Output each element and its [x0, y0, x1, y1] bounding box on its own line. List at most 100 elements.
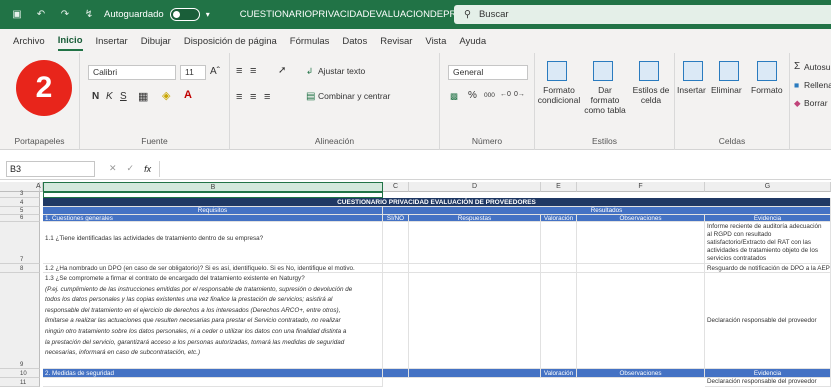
- fill-icon[interactable]: ■: [794, 80, 799, 90]
- customize-qat-icon[interactable]: ▾: [206, 10, 210, 19]
- tab-datos[interactable]: Datos: [342, 33, 367, 50]
- align-top-icon[interactable]: ≡: [236, 65, 242, 77]
- wrap-text-icon[interactable]: ↲: [306, 66, 313, 77]
- tab-formulas[interactable]: Fórmulas: [290, 33, 330, 50]
- row-header-6[interactable]: 6: [0, 215, 40, 222]
- answer-respuestas-8[interactable]: [409, 264, 541, 273]
- format-button[interactable]: Formato: [751, 85, 783, 95]
- redo-icon[interactable]: ↷: [58, 8, 72, 22]
- insert-cells-icon[interactable]: [683, 61, 703, 81]
- tab-dibujar[interactable]: Dibujar: [141, 33, 171, 50]
- answer-si-no-8[interactable]: [383, 264, 409, 273]
- format-table-button[interactable]: Dar formato como tabla: [583, 85, 627, 115]
- decrease-decimal-icon[interactable]: 0→: [514, 91, 525, 98]
- col-header-b[interactable]: B: [43, 182, 383, 192]
- evidence-1-2[interactable]: Resguardo de notificación de DPO a la AE…: [705, 264, 831, 273]
- number-format-select[interactable]: General: [448, 65, 528, 80]
- row-header-11[interactable]: 11: [0, 378, 40, 387]
- align-right-icon[interactable]: ≡: [264, 91, 270, 103]
- answer-si-no-7[interactable]: [383, 222, 409, 264]
- currency-icon[interactable]: ▩: [450, 91, 458, 102]
- col-header-d[interactable]: D: [409, 182, 541, 192]
- bold-button[interactable]: N: [92, 91, 99, 102]
- delete-button[interactable]: Eliminar: [711, 85, 742, 95]
- clear-icon[interactable]: ◆: [794, 98, 801, 109]
- row-header-8[interactable]: 8: [0, 264, 40, 273]
- format-cells-icon[interactable]: [757, 61, 777, 81]
- insert-button[interactable]: Insertar: [677, 85, 706, 95]
- undo-icon[interactable]: ↶: [34, 8, 48, 22]
- col-header-e[interactable]: E: [541, 182, 577, 192]
- group-label-clipboard: Portapapeles: [14, 136, 65, 146]
- merge-icon[interactable]: ▤: [306, 91, 315, 102]
- question-1-3[interactable]: 1.3 ¿Se compromete a firmar el contrato …: [43, 273, 383, 369]
- answer-observaciones-8[interactable]: [577, 264, 705, 273]
- tab-inicio[interactable]: Inicio: [57, 32, 83, 51]
- autosave-toggle[interactable]: [169, 8, 200, 21]
- col-header-c[interactable]: C: [383, 182, 409, 192]
- name-box[interactable]: B3: [6, 160, 95, 177]
- align-center-icon[interactable]: ≡: [250, 91, 256, 103]
- font-color-icon[interactable]: A: [184, 89, 192, 101]
- search-box[interactable]: ⚲ Buscar: [454, 5, 831, 24]
- align-middle-icon[interactable]: ≡: [250, 65, 256, 77]
- answer-respuestas-7[interactable]: [409, 222, 541, 264]
- borders-icon[interactable]: ▦: [138, 90, 148, 103]
- answer-observaciones-9[interactable]: [577, 273, 705, 369]
- row-header-10[interactable]: 10: [0, 369, 40, 378]
- enter-icon[interactable]: ✓: [127, 163, 135, 174]
- tab-disposicion[interactable]: Disposición de página: [184, 33, 277, 50]
- answer-valoracion-8[interactable]: [541, 264, 577, 273]
- wrap-text-button[interactable]: Ajustar texto: [318, 66, 365, 76]
- evidence-1-3[interactable]: Declaración responsable del proveedor: [705, 273, 831, 369]
- answer-valoracion-7[interactable]: [541, 222, 577, 264]
- col-header-f[interactable]: F: [577, 182, 705, 192]
- answer-valoracion-9[interactable]: [541, 273, 577, 369]
- row-header-7[interactable]: 7: [0, 222, 40, 264]
- conditional-format-icon[interactable]: [547, 61, 567, 81]
- grow-font-icon[interactable]: Aˆ: [210, 66, 220, 77]
- formula-input[interactable]: [159, 160, 831, 177]
- cancel-icon[interactable]: ✕: [109, 163, 117, 174]
- merge-center-button[interactable]: Combinar y centrar: [318, 91, 390, 101]
- percent-button[interactable]: %: [468, 90, 477, 101]
- align-left-icon[interactable]: ≡: [236, 91, 242, 103]
- fill-button[interactable]: Rellenar: [804, 80, 831, 90]
- insert-function-icon[interactable]: fx: [144, 164, 151, 174]
- answer-respuestas-9[interactable]: [409, 273, 541, 369]
- col-header-g[interactable]: G: [705, 182, 831, 192]
- font-size-select[interactable]: 11: [180, 65, 206, 80]
- orientation-icon[interactable]: ➚: [278, 65, 286, 76]
- answer-si-no-9[interactable]: [383, 273, 409, 369]
- cell-styles-icon[interactable]: [639, 61, 659, 81]
- cell-styles-button[interactable]: Estilos de celda: [629, 85, 673, 105]
- sensitivity-icon[interactable]: ↯: [82, 8, 96, 22]
- question-2-1[interactable]: [43, 378, 383, 387]
- question-1-2[interactable]: 1.2 ¿Ha nombrado un DPO (en caso de ser …: [43, 264, 383, 273]
- autosum-button[interactable]: Autosuma: [804, 62, 831, 72]
- row-header-9[interactable]: 9: [0, 273, 40, 369]
- evidence-1-1[interactable]: Informe reciente de auditoría adecuación…: [705, 222, 831, 264]
- tab-revisar[interactable]: Revisar: [380, 33, 412, 50]
- tab-archivo[interactable]: Archivo: [13, 33, 45, 50]
- tab-vista[interactable]: Vista: [425, 33, 446, 50]
- delete-cells-icon[interactable]: [719, 61, 739, 81]
- underline-button[interactable]: S: [120, 91, 127, 102]
- clear-button[interactable]: Borrar: [804, 98, 828, 108]
- row-header-5[interactable]: 5: [0, 207, 40, 215]
- tab-insertar[interactable]: Insertar: [96, 33, 128, 50]
- thousands-button[interactable]: 000: [484, 92, 495, 99]
- conditional-format-button[interactable]: Formato condicional: [537, 85, 581, 105]
- font-name-select[interactable]: Calibri: [88, 65, 176, 80]
- answer-observaciones-7[interactable]: [577, 222, 705, 264]
- format-table-icon[interactable]: [593, 61, 613, 81]
- save-icon[interactable]: ▣: [10, 8, 24, 22]
- tab-ayuda[interactable]: Ayuda: [459, 33, 486, 50]
- fill-color-icon[interactable]: ◈: [162, 89, 170, 102]
- increase-decimal-icon[interactable]: ←0: [500, 91, 511, 98]
- autosum-icon[interactable]: Σ: [794, 61, 800, 72]
- row-header-4[interactable]: 4: [0, 198, 40, 207]
- question-1-1[interactable]: 1.1 ¿Tiene identificadas las actividades…: [43, 222, 383, 264]
- evidence-2-1[interactable]: Declaración responsable del proveedor: [705, 378, 831, 387]
- italic-button[interactable]: K: [106, 91, 113, 102]
